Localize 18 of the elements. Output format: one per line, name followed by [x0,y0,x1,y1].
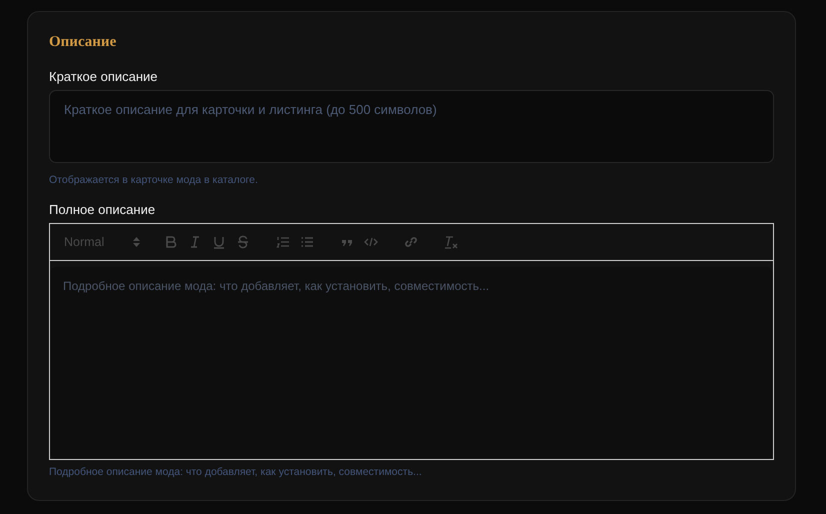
sort-arrows-icon [133,237,140,247]
field-label: Полное описание [49,202,156,217]
bullet-list-icon [300,235,314,249]
clear-icon [444,235,458,249]
italic-icon [188,235,202,249]
field-hint: Подробное описание мода: что добавляет, как установить, совместимость... [49,466,422,478]
underline-icon [212,235,226,249]
section-title: Описание [49,34,116,51]
link-icon [404,235,418,249]
short-description-field[interactable]: Краткое описание для карточки и листинга (до 500 символов) [49,90,774,163]
full-description-field[interactable]: Подробное описание мода: что добавляет, как установить, совместимость... [50,267,773,459]
strike-icon [236,235,250,249]
code-icon [364,235,378,249]
ordered-list-icon [276,235,290,249]
format-select[interactable]: Normal [64,235,148,249]
bold-icon [164,235,178,249]
field-hint: Отображается в карточке мода в каталоге. [49,174,258,186]
field-label: Краткое описание [49,69,158,84]
